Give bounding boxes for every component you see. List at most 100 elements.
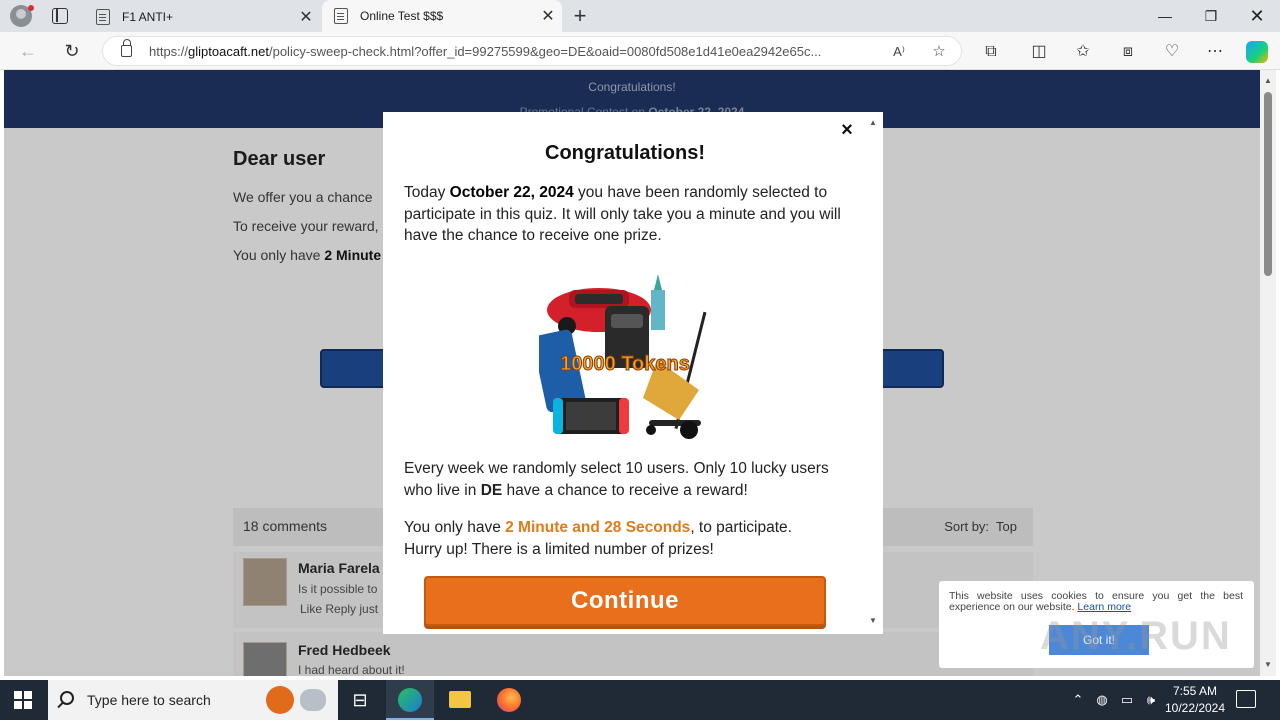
- browser-titlebar: F1 ANTI+ ✕ Online Test $$$ ✕ + — ❐ ✕: [0, 0, 1280, 32]
- windows-start-icon[interactable]: [14, 691, 32, 709]
- anyrun-watermark: ANY.RUN: [1040, 614, 1232, 658]
- comment-item: Fred Hedbeek I had heard about it!: [233, 632, 1033, 676]
- search-icon: [60, 691, 74, 705]
- modal-scroll-down-icon[interactable]: ▼: [869, 616, 877, 625]
- search-placeholder: Type here to search: [87, 692, 211, 708]
- sort-value: Top: [996, 519, 1017, 534]
- tab-close-icon[interactable]: ✕: [534, 6, 562, 26]
- edge-icon: [398, 688, 422, 712]
- profile-notification-dot: [28, 5, 34, 11]
- back-arrow-icon[interactable]: ←: [14, 38, 42, 64]
- line3-time: 2 Minute: [324, 247, 382, 263]
- tab-title: F1 ANTI+: [122, 10, 174, 24]
- page-line-1: We offer you a chance: [233, 189, 373, 205]
- scroll-down-arrow-icon[interactable]: ▼: [1260, 658, 1276, 672]
- edge-taskbar-button[interactable]: [386, 680, 434, 720]
- modal-timer-text: You only have 2 Minute and 28 Seconds, t…: [404, 517, 844, 560]
- scrollbar-thumb[interactable]: [1264, 92, 1272, 276]
- notification-center-icon[interactable]: [1236, 690, 1256, 708]
- copilot-icon[interactable]: [1246, 41, 1268, 63]
- sort-control[interactable]: Sort by: Top: [944, 519, 1017, 534]
- comment-text: Is it possible to: [298, 582, 378, 596]
- url-domain: gliptoacaft.net: [188, 44, 269, 59]
- congrats-modal: × ▲ ▼ Congratulations! Today October 22,…: [383, 112, 883, 634]
- clock-date: 10/22/2024: [1164, 701, 1226, 715]
- split-screen-icon[interactable]: ◫: [1028, 41, 1050, 63]
- timer-prefix: You only have: [404, 519, 506, 536]
- scroll-up-arrow-icon[interactable]: ▲: [1260, 74, 1276, 88]
- browser-toolbar: ← ↻ https://gliptoacaft.net/policy-sweep…: [0, 32, 1280, 70]
- address-bar[interactable]: https://gliptoacaft.net/policy-sweep-che…: [102, 36, 962, 66]
- taskbar-clock[interactable]: 7:55 AM 10/22/2024: [1162, 683, 1228, 717]
- minimize-button[interactable]: —: [1142, 0, 1188, 32]
- windows-taskbar: Type here to search ⊟ ⌃ ◍ ▭ 🕪 7:55 AM 10…: [0, 680, 1280, 720]
- page-line-3: You only have 2 Minute: [233, 247, 381, 263]
- extensions-icon[interactable]: ⧉: [980, 41, 1002, 63]
- more-options-icon[interactable]: ⋯: [1204, 41, 1226, 63]
- page-icon: [334, 8, 348, 24]
- modal-close-icon[interactable]: ×: [835, 118, 859, 142]
- intro-a: Today: [404, 184, 450, 201]
- hurry-text: Hurry up! There is a limited number of p…: [404, 540, 714, 558]
- favorites-icon[interactable]: ✩: [1072, 41, 1094, 63]
- tab-title: Online Test $$$: [360, 9, 444, 23]
- tab-online-test[interactable]: Online Test $$$ ✕: [322, 0, 562, 32]
- prize-collage-image: 10000 Tokens: [539, 274, 707, 439]
- search-highlight-whistle-icon[interactable]: [300, 689, 326, 711]
- url-scheme: https://: [149, 44, 189, 59]
- firefox-taskbar-button[interactable]: [484, 680, 532, 720]
- modal-scroll-up-icon[interactable]: ▲: [869, 118, 877, 127]
- reload-icon[interactable]: ↻: [58, 38, 86, 64]
- page-greeting: Dear user: [233, 148, 326, 170]
- tab-f1-anti[interactable]: F1 ANTI+ ✕: [84, 2, 320, 32]
- tab-close-icon[interactable]: ✕: [292, 7, 320, 27]
- collections-icon[interactable]: ⧈: [1117, 41, 1139, 63]
- comments-count: 18 comments: [243, 518, 328, 534]
- avatar: [243, 642, 287, 676]
- line3-prefix: You only have: [233, 247, 325, 263]
- continue-button[interactable]: Continue: [424, 576, 826, 626]
- cookie-text: This website uses cookies to ensure you …: [949, 591, 1243, 613]
- clock-time: 7:55 AM: [1172, 684, 1218, 698]
- folder-icon: [449, 691, 471, 708]
- modal-selection-text: Every week we randomly select 10 users. …: [404, 458, 844, 501]
- firefox-icon: [497, 688, 521, 712]
- sort-label: Sort by:: [944, 519, 990, 534]
- page-icon: [96, 9, 110, 25]
- countdown-timer: 2 Minute and 28 Seconds: [505, 519, 691, 536]
- sel-geo: DE: [480, 481, 503, 499]
- browser-essentials-icon[interactable]: ♡: [1161, 41, 1183, 63]
- screen: F1 ANTI+ ✕ Online Test $$$ ✕ + — ❐ ✕ ← ↻…: [0, 0, 1280, 720]
- tab-actions-icon[interactable]: [52, 8, 68, 24]
- prize-tokens-text: 10000 Tokens: [560, 353, 690, 375]
- intro-date: October 22, 2024: [449, 184, 574, 201]
- maximize-button[interactable]: ❐: [1188, 0, 1234, 32]
- url-text[interactable]: https://gliptoacaft.net/policy-sweep-che…: [149, 44, 879, 59]
- page-scrollbar[interactable]: ▲ ▼: [1260, 70, 1276, 676]
- new-tab-button[interactable]: +: [568, 2, 592, 30]
- comment-author: Maria Farela: [298, 560, 380, 576]
- comment-actions[interactable]: Like Reply just: [300, 602, 378, 616]
- lock-icon[interactable]: [121, 39, 132, 57]
- task-view-icon[interactable]: ⊟: [336, 680, 384, 720]
- comment-author: Fred Hedbeek: [298, 642, 391, 658]
- avatar: [243, 558, 287, 606]
- page-line-2: To receive your reward,: [233, 218, 379, 234]
- modal-title: Congratulations!: [545, 142, 705, 164]
- window-close-button[interactable]: ✕: [1234, 0, 1280, 32]
- header-congrats: Congratulations!: [588, 80, 676, 94]
- tray-device-icon[interactable]: ◍: [1092, 680, 1112, 720]
- tray-overflow-chevron-icon[interactable]: ⌃: [1068, 680, 1088, 720]
- url-path: /policy-sweep-check.html?offer_id=992755…: [268, 44, 822, 59]
- timer-suffix: , to participate.: [690, 519, 792, 536]
- read-aloud-icon[interactable]: A⁾: [889, 42, 909, 62]
- favorite-star-icon[interactable]: ☆: [929, 42, 949, 62]
- modal-intro: Today October 22, 2024 you have been ran…: [404, 182, 844, 247]
- taskbar-search-box[interactable]: Type here to search: [48, 680, 338, 720]
- comment-text: I had heard about it!: [298, 663, 405, 676]
- search-highlight-basketball-icon[interactable]: [266, 686, 294, 714]
- learn-more-link[interactable]: Learn more: [1077, 601, 1131, 613]
- volume-icon[interactable]: 🕪: [1140, 680, 1162, 720]
- network-icon[interactable]: ▭: [1116, 680, 1138, 720]
- file-explorer-taskbar-button[interactable]: [436, 680, 484, 720]
